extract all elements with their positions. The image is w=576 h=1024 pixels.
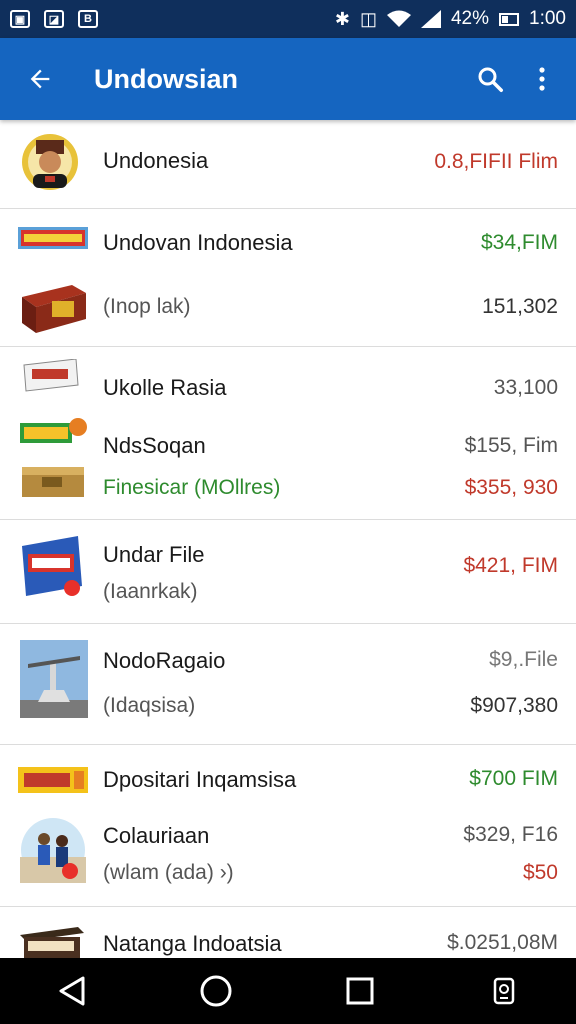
item-value: $907,380 (470, 694, 558, 717)
list-item[interactable]: Dpositari Inqamsisa $700 FIM (0, 749, 576, 807)
item-subtitle: (Idaqsisa) (103, 694, 196, 717)
list-group[interactable]: Natanga Indoatsia $.0251,08M (0, 907, 576, 958)
wifi-icon (386, 10, 411, 27)
item-value: $700 FIM (469, 767, 558, 790)
list-item[interactable]: (Iaanrkak) (0, 566, 576, 624)
crate-thumbnail (22, 463, 84, 499)
item-value: $34,FIM (480, 231, 558, 254)
list-item[interactable]: Ukolle Rasia 33,100 (0, 359, 576, 417)
item-value: $.0251,08M (447, 931, 558, 954)
list-group[interactable]: Undar File $421, FIM (Iaanrkak) (0, 520, 576, 624)
list-group[interactable]: NodoRagaio $9,.File (Idaqsisa) $907,380 (0, 624, 576, 745)
item-subtitle: (wlam (ada) ›) (103, 861, 234, 884)
ticket-thumbnail (22, 359, 80, 393)
list-item[interactable]: Finesicar (MOllres) $355, 930 (0, 459, 576, 517)
recents-square-icon[interactable] (330, 961, 390, 1021)
item-name: Undovan Indonesia (103, 230, 293, 255)
battery-percent: 42% (450, 8, 490, 29)
item-name: Undar File (103, 542, 205, 567)
item-value: 151,302 (482, 295, 558, 318)
signal-icon (420, 10, 441, 28)
list-item[interactable]: Undonesia 0.8,FIFII Flim (0, 132, 576, 190)
status-bar: ▣ ◪ B ✱ ◫ 42% 1:00 (0, 0, 576, 38)
screenshot-icon[interactable] (474, 961, 534, 1021)
list-group[interactable]: Undovan Indonesia $34,FIM (Inop lak) 151… (0, 209, 576, 347)
list-item[interactable]: (wlam (ada) ›) $50 (0, 845, 576, 903)
item-name: Dpositari Inqamsisa (103, 767, 297, 792)
item-list: Undonesia 0.8,FIFII Flim Undovan Indones… (0, 120, 576, 958)
item-value: $329, F16 (463, 823, 558, 846)
list-group[interactable]: Dpositari Inqamsisa $700 FIM Colauriaan … (0, 745, 576, 907)
gallery-icon: ◪ (44, 10, 64, 28)
bluetooth-icon: ✱ (334, 8, 350, 29)
item-value: 0.8,FIFII Flim (434, 150, 558, 173)
nfc-icon: ◫ (359, 8, 377, 29)
item-value: $9,.File (489, 648, 558, 671)
back-triangle-icon[interactable] (42, 961, 102, 1021)
item-value: 33,100 (493, 376, 558, 399)
item-name: NodoRagaio (103, 648, 226, 673)
notification-icon: ▣ (10, 10, 30, 28)
list-group[interactable]: Ukolle Rasia 33,100 NdsSoqan $155, Fim F… (0, 347, 576, 520)
box-thumbnail (22, 285, 86, 333)
list-item[interactable]: Undovan Indonesia $34,FIM (0, 209, 576, 273)
item-name: NdsSoqan (103, 433, 206, 458)
list-group[interactable]: Undonesia 0.8,FIFII Flim (0, 120, 576, 209)
app-bar: Undowsian (0, 38, 576, 120)
list-item[interactable]: (Idaqsisa) $907,380 (0, 678, 576, 736)
item-name: Undonesia (103, 148, 209, 173)
back-arrow-icon[interactable] (14, 53, 66, 105)
list-item[interactable]: (Inop lak) 151,302 (0, 273, 576, 347)
item-subtitle: Finesicar (MOllres) (103, 476, 281, 499)
item-value: $50 (522, 861, 558, 884)
status-time: 1:00 (529, 8, 566, 29)
list-item[interactable]: Natanga Indoatsia $.0251,08M (0, 913, 576, 958)
app-notification-icon: B (78, 10, 98, 28)
search-icon[interactable] (464, 53, 516, 105)
item-name: Natanga Indoatsia (103, 931, 282, 956)
item-subtitle: (Inop lak) (103, 295, 191, 318)
battery-icon (499, 12, 520, 26)
home-circle-icon[interactable] (186, 961, 246, 1021)
item-value: $155, Fim (464, 434, 558, 457)
portrait-thumbnail (20, 132, 80, 192)
item-name: Ukolle Rasia (103, 375, 227, 400)
sticker-thumbnail (20, 417, 88, 447)
item-value: $355, 930 (464, 476, 558, 499)
product-thumbnail (18, 227, 88, 249)
page-title: Undowsian (94, 63, 239, 94)
bar-thumbnail (20, 927, 84, 958)
system-nav-bar (0, 958, 576, 1024)
item-subtitle: (Iaanrkak) (103, 580, 198, 603)
more-vert-icon[interactable] (516, 53, 568, 105)
label-thumbnail (18, 765, 88, 795)
